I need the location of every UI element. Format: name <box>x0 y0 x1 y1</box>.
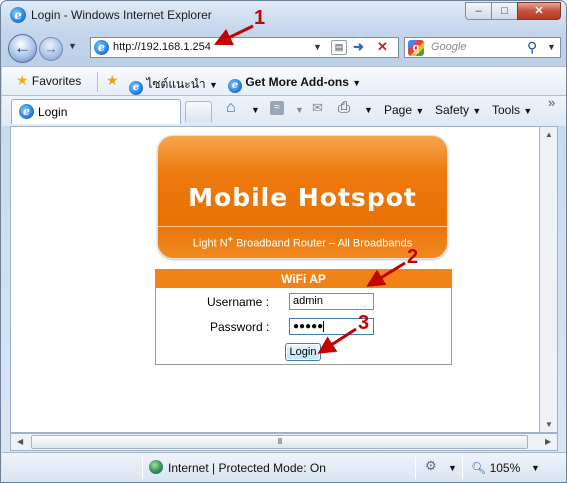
globe-icon <box>149 460 163 474</box>
divider <box>142 457 143 479</box>
chevron-down-icon[interactable]: ▼ <box>448 463 457 473</box>
annotation-arrow-2 <box>366 261 406 287</box>
zoom-button[interactable]: 🔍︎ 105% <box>471 461 520 475</box>
status-bar: Internet | Protected Mode: On ⚙ ▼ 🔍︎ 105… <box>2 452 566 482</box>
zoom-dropdown-icon[interactable]: ▼ <box>531 463 540 473</box>
zoom-icon: 🔍︎ <box>471 461 487 475</box>
security-zone-status[interactable]: Internet | Protected Mode: On <box>168 461 326 475</box>
annotation-arrows <box>213 24 406 354</box>
divider <box>415 457 416 479</box>
zoom-level: 105% <box>489 461 521 475</box>
annotation-arrow-3 <box>317 327 357 354</box>
divider <box>462 457 463 479</box>
browser-window: e Login - Windows Internet Explorer – □ … <box>0 0 567 483</box>
annotation-arrow-1 <box>213 24 254 46</box>
protected-mode-icon[interactable]: ⚙ <box>425 458 437 474</box>
